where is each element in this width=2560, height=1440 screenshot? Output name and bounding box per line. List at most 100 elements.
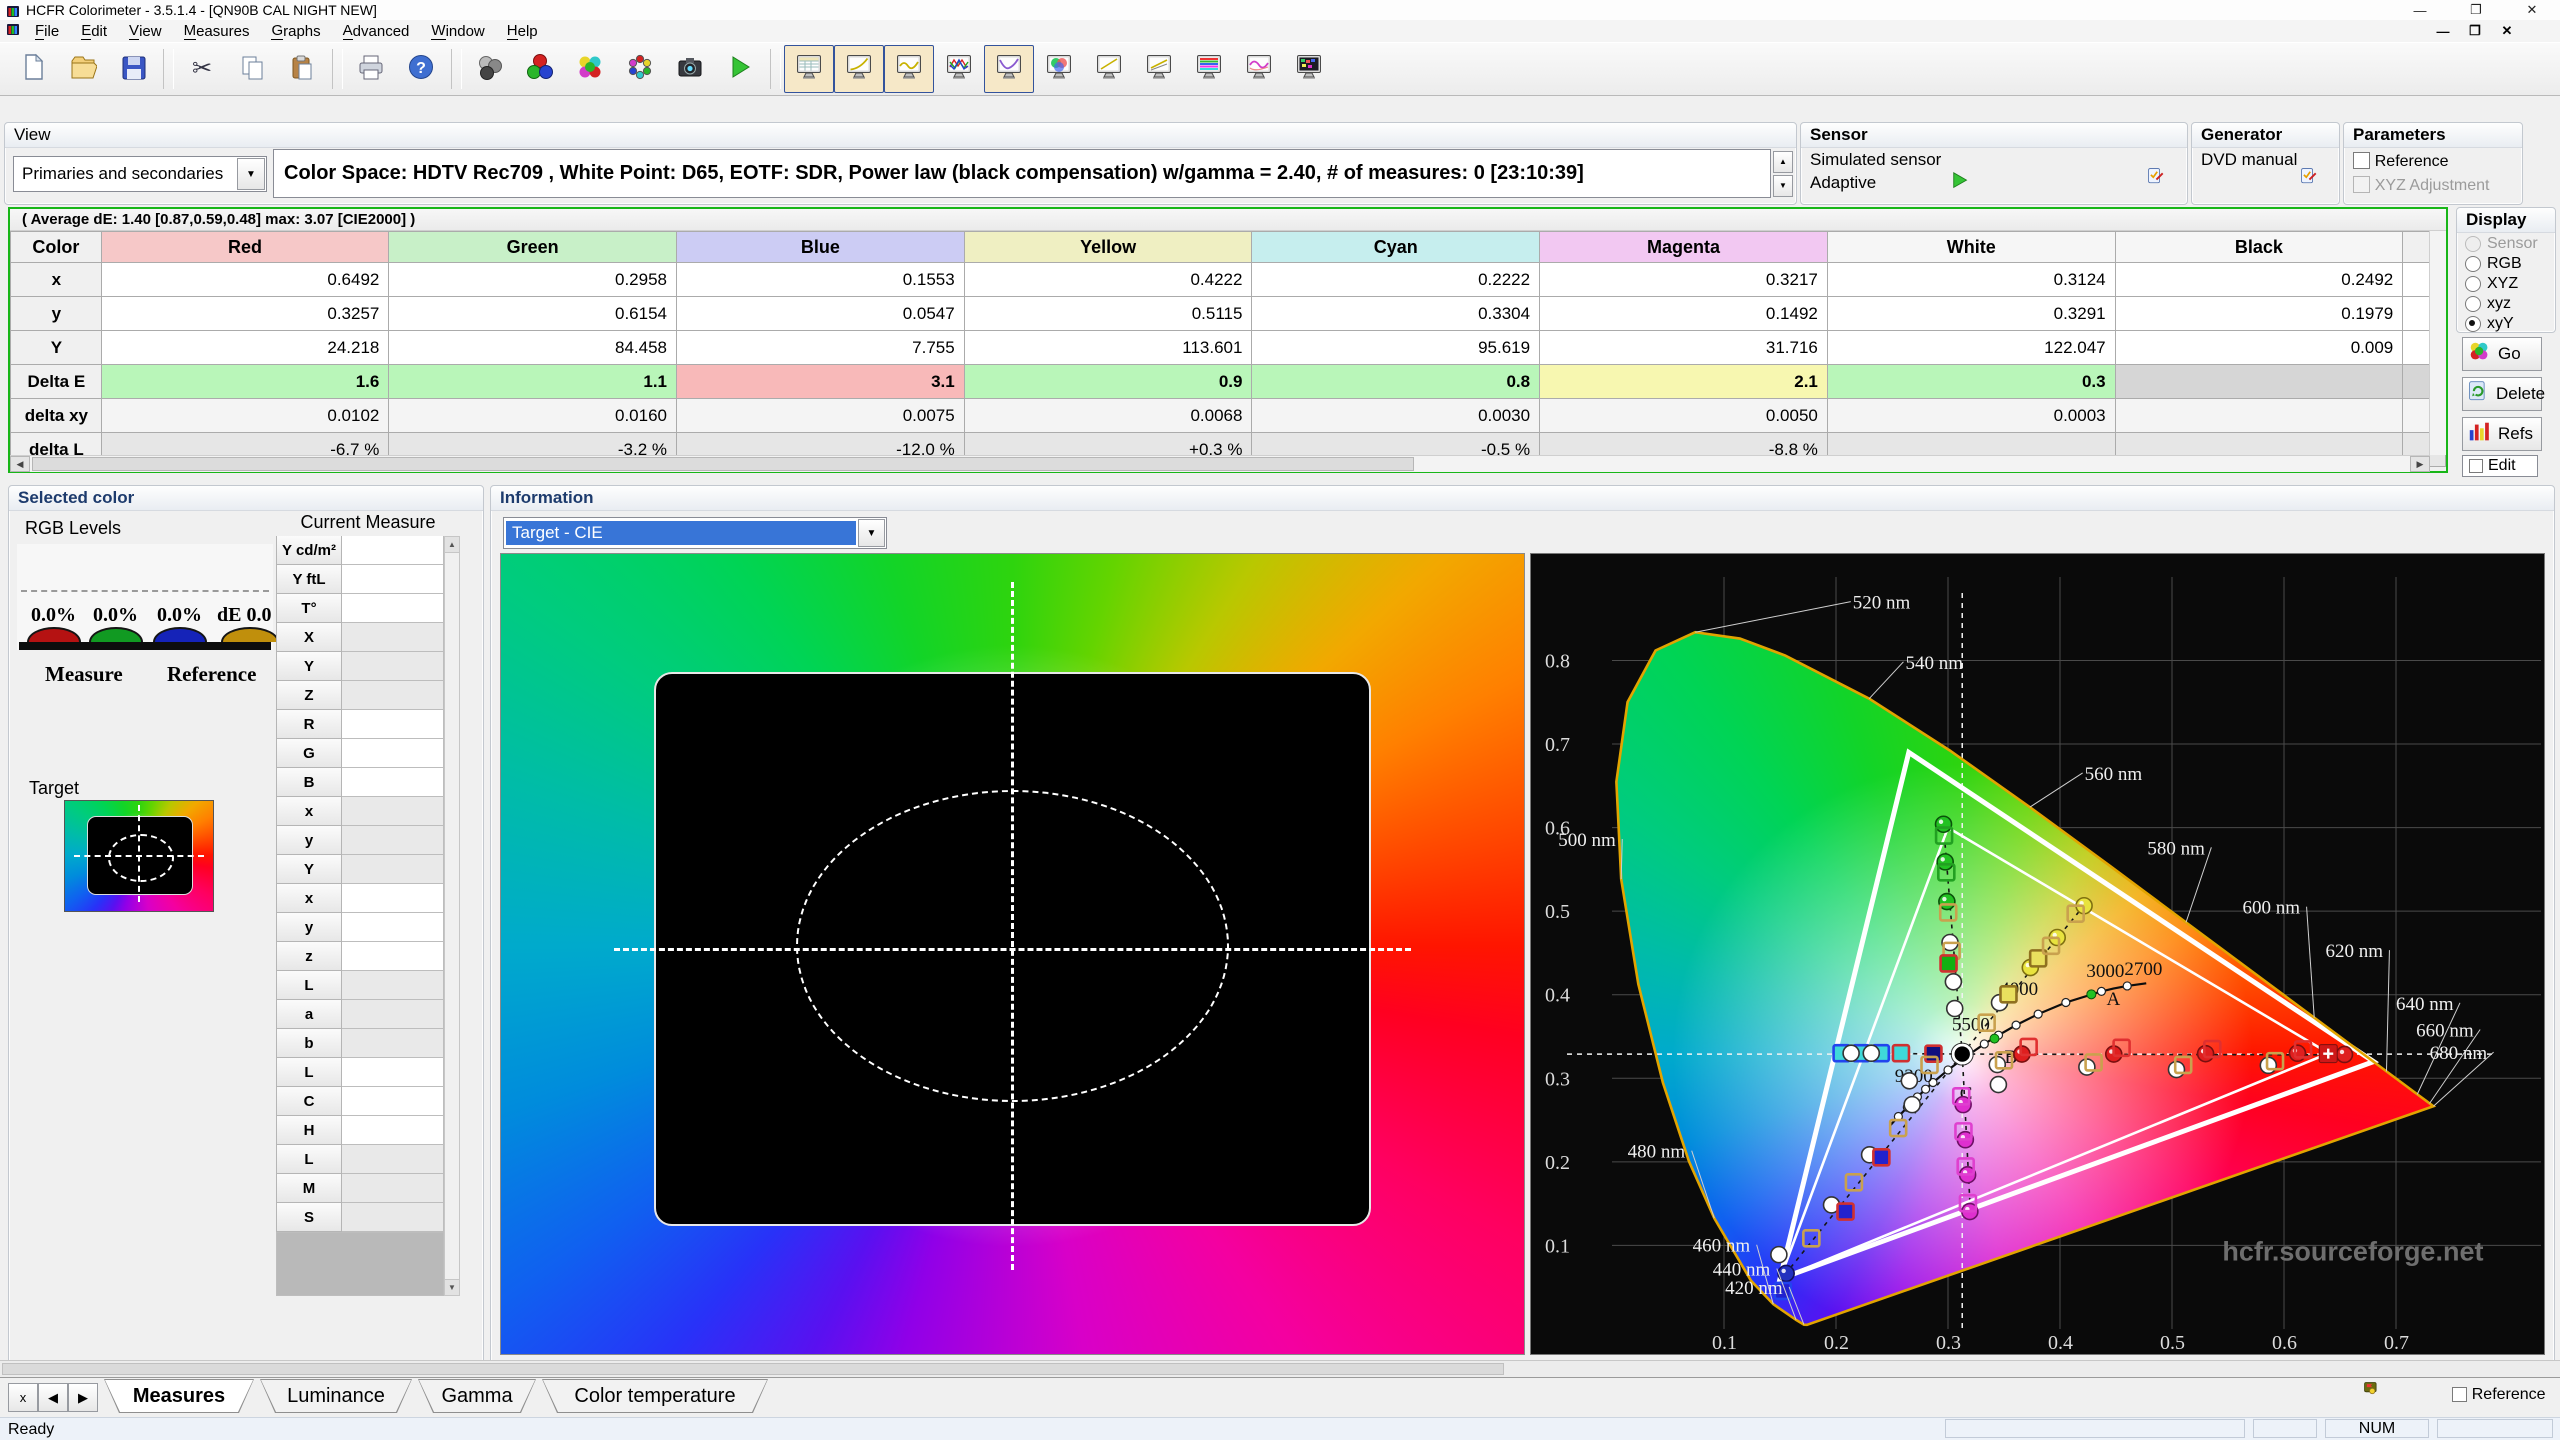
go-button[interactable]: Go <box>2462 337 2542 371</box>
current-measure-row: T° <box>276 594 444 623</box>
sensor-play-icon[interactable] <box>1951 171 1971 196</box>
svg-text:hcfr.sourceforge.net: hcfr.sourceforge.net <box>2222 1236 2483 1266</box>
view-curve-b-icon <box>1145 53 1173 86</box>
view-cie-diagram-button[interactable] <box>1034 45 1084 93</box>
edit-checkbox[interactable]: Edit <box>2462 455 2538 477</box>
view-curve-a-button[interactable] <box>1084 45 1134 93</box>
display-option-xyz[interactable]: xyz <box>2457 294 2555 314</box>
tab-luminance[interactable]: Luminance <box>260 1379 412 1413</box>
help-about-button[interactable]: ? <box>396 45 446 93</box>
copy-button[interactable] <box>227 45 277 93</box>
save-button[interactable] <box>108 45 158 93</box>
view-rgb-histogram-button[interactable] <box>934 45 984 93</box>
restore-button[interactable]: ❐ <box>2448 0 2504 20</box>
color-secondaries-button[interactable] <box>565 45 615 93</box>
view-measures-grid-button[interactable] <box>784 45 834 93</box>
display-option-xyz[interactable]: XYZ <box>2457 274 2555 294</box>
cut-button[interactable]: ✂ <box>177 45 227 93</box>
display-option-rgb[interactable]: RGB <box>2457 254 2555 274</box>
current-measure-row: Y <box>276 652 444 681</box>
information-selector[interactable]: Target - CIE ▼ <box>503 517 887 549</box>
hscroll-left-icon[interactable]: ◀ <box>10 456 30 472</box>
view-gamma-curve-button[interactable] <box>834 45 884 93</box>
cell-DeltaE-magenta: 2.1 <box>1539 364 1828 399</box>
information-selector-arrow-icon[interactable]: ▼ <box>858 519 885 547</box>
generator-config-icon[interactable] <box>2300 167 2322 194</box>
tab-next-icon[interactable]: ▶ <box>68 1383 98 1412</box>
display-option-xyy[interactable]: xyY <box>2457 314 2555 334</box>
child-close-button[interactable]: ✕ <box>2494 22 2520 40</box>
color-ring-button[interactable] <box>615 45 665 93</box>
menu-edit[interactable]: Edit <box>70 20 118 42</box>
cell-deltaxy-red: 0.0102 <box>100 398 390 433</box>
child-minimize-button[interactable]: — <box>2430 22 2456 40</box>
svg-text:620 nm: 620 nm <box>2325 941 2383 962</box>
view-dark-pattern-button[interactable] <box>1284 45 1334 93</box>
svg-text:500 nm: 500 nm <box>1558 830 1616 851</box>
table-hscrollbar[interactable]: ◀ ▶ <box>10 455 2430 472</box>
tab-gamma[interactable]: Gamma <box>418 1379 536 1413</box>
view-luminance-curve-button[interactable] <box>884 45 934 93</box>
close-button[interactable]: ✕ <box>2504 0 2560 20</box>
view-selector[interactable]: Primaries and secondaries ▼ <box>13 156 267 192</box>
svg-text:640 nm: 640 nm <box>2396 994 2454 1015</box>
cell-Y-yellow: 113.601 <box>963 330 1253 365</box>
cie-diagram: 0.1 0.2 0.3 0.4 0.5 0.6 0.7 0.1 0.2 0.3 0.4 0.5 0.6 0… <box>1530 553 2545 1355</box>
current-measure-row: z <box>276 942 444 971</box>
window-title: HCFR Colorimeter - 3.5.1.4 - [QN90B CAL … <box>26 2 377 18</box>
bottom-scroll-strip[interactable] <box>0 1360 2560 1378</box>
reference-checkbox[interactable]: Reference <box>2353 151 2449 171</box>
svg-text:✂: ✂ <box>192 55 212 81</box>
view-nearblack-curve-button[interactable] <box>984 45 1034 93</box>
colorspace-info-box: Color Space: HDTV Rec709 , White Point: … <box>273 149 1771 198</box>
run-measure-button[interactable] <box>715 45 765 93</box>
reference-label: Reference <box>167 662 257 686</box>
gray-sensors-icon <box>476 53 504 86</box>
menu-graphs[interactable]: Graphs <box>260 20 331 42</box>
sensor-config-icon[interactable] <box>2147 167 2169 194</box>
refs-button[interactable]: Refs <box>2462 417 2542 451</box>
paste-button[interactable] <box>277 45 327 93</box>
menu-advanced[interactable]: Advanced <box>332 20 421 42</box>
tab-prev-icon[interactable]: ◀ <box>38 1383 68 1412</box>
print-button[interactable] <box>346 45 396 93</box>
info-spinner-down[interactable]: ▼ <box>1773 175 1793 197</box>
copy-icon <box>238 53 266 86</box>
target-view-image <box>500 553 1525 1355</box>
current-measure-row: L <box>276 971 444 1000</box>
view-color-bars-button[interactable] <box>1184 45 1234 93</box>
bottom-reference-checkbox[interactable]: Reference <box>2452 1384 2546 1404</box>
open-folder-button[interactable] <box>58 45 108 93</box>
rgb-primaries-button[interactable] <box>515 45 565 93</box>
view-curve-b-button[interactable] <box>1134 45 1184 93</box>
child-restore-button[interactable]: ❐ <box>2462 22 2488 40</box>
tab-color-temperature[interactable]: Color temperature <box>542 1379 768 1413</box>
menu-measures[interactable]: Measures <box>173 20 261 42</box>
info-spinner-up[interactable]: ▲ <box>1773 151 1793 173</box>
view-panel: View Primaries and secondaries ▼ Color S… <box>4 122 1797 205</box>
new-document-button[interactable] <box>8 45 58 93</box>
tab-measures[interactable]: Measures <box>104 1379 254 1413</box>
cell-y-magenta: 0.1492 <box>1539 296 1828 331</box>
camera-capture-button[interactable] <box>665 45 715 93</box>
menu-help[interactable]: Help <box>496 20 549 42</box>
toolbar: ✂? <box>0 42 2560 96</box>
menu-file[interactable]: File <box>24 20 70 42</box>
tab-close-button[interactable]: x <box>8 1383 38 1412</box>
view-selector-arrow-icon[interactable]: ▼ <box>237 158 265 190</box>
status-text: Ready <box>8 1420 55 1438</box>
table-vscrollbar[interactable] <box>2429 231 2446 455</box>
view-magenta-curve-button[interactable] <box>1234 45 1284 93</box>
cell-y-yellow: 0.5115 <box>963 296 1253 331</box>
minimize-button[interactable]: — <box>2392 0 2448 20</box>
current-measure-scrollbar[interactable]: ▲ ▼ <box>444 536 460 1296</box>
hscroll-right-icon[interactable]: ▶ <box>2410 456 2430 472</box>
delete-button[interactable]: Delete <box>2462 377 2545 411</box>
information-selector-value: Target - CIE <box>506 521 856 545</box>
row-label: y <box>10 296 102 331</box>
gray-sensors-button[interactable] <box>465 45 515 93</box>
cell-y-white: 0.3291 <box>1826 296 2116 331</box>
menu-window[interactable]: Window <box>420 20 495 42</box>
menu-view[interactable]: View <box>118 20 173 42</box>
app-window: HCFR Colorimeter - 3.5.1.4 - [QN90B CAL … <box>0 0 2560 1440</box>
